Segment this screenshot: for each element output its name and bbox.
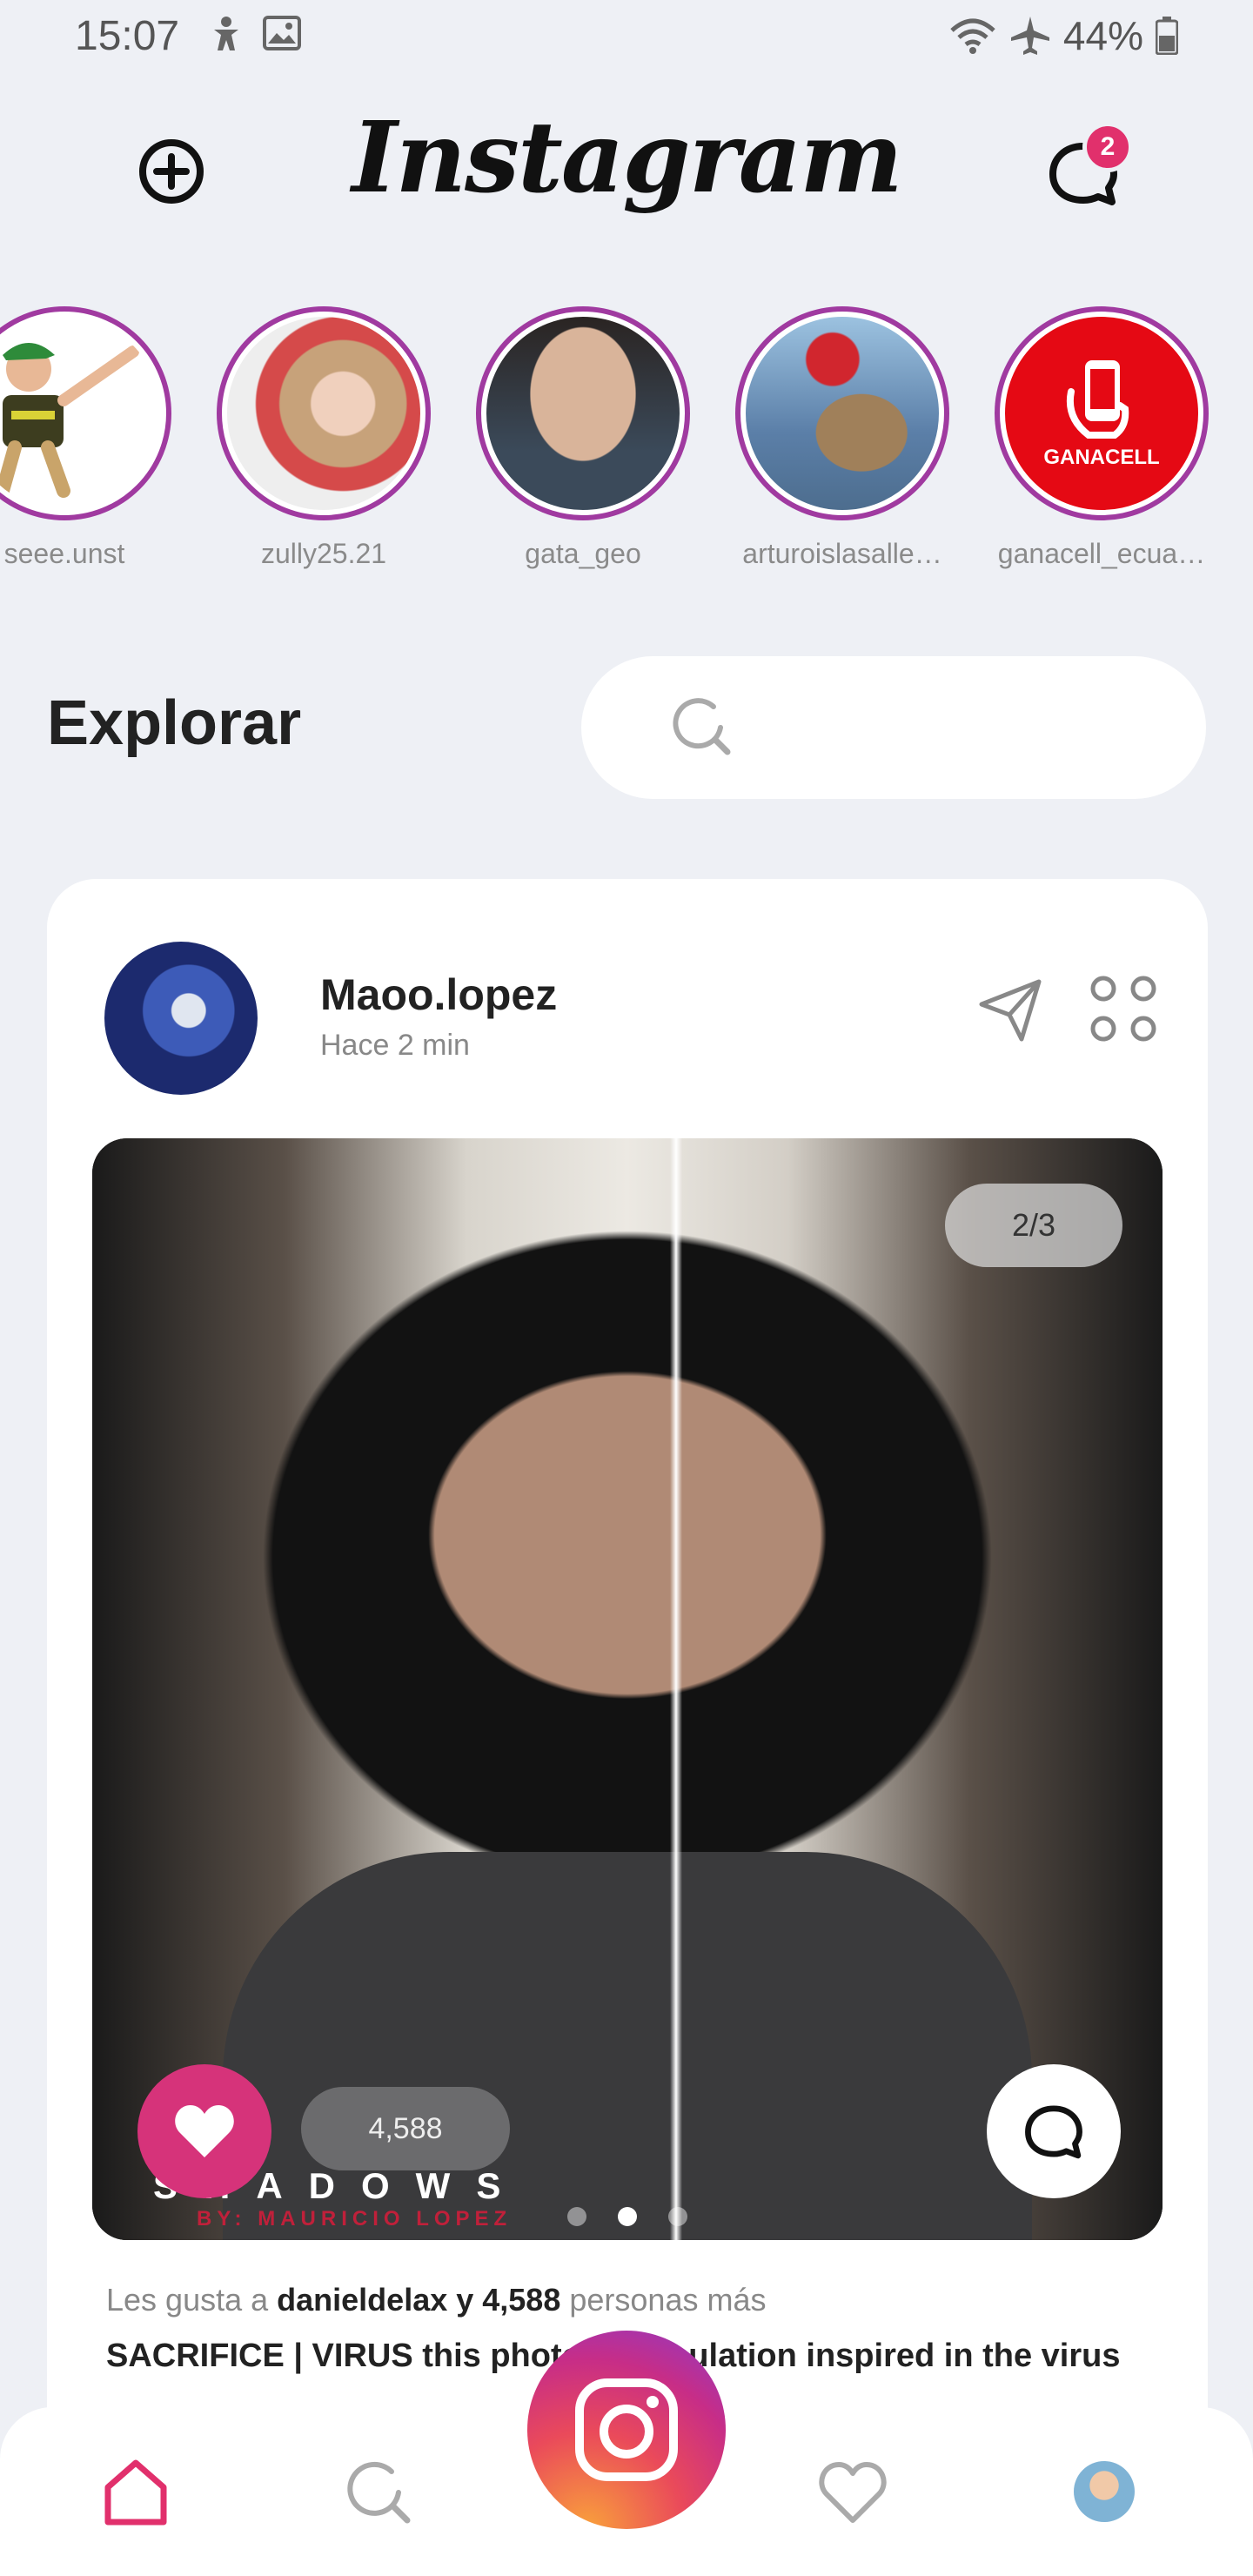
camera-button[interactable] (527, 2331, 726, 2529)
story-ring (0, 306, 171, 520)
story-ring: GANACELL (995, 306, 1209, 520)
comment-icon (1025, 2105, 1082, 2159)
battery-percent: 44% (1062, 13, 1143, 58)
share-icon[interactable] (976, 976, 1044, 1044)
story-item[interactable]: arturoislasalle… (712, 306, 973, 570)
story-avatar (222, 312, 425, 515)
story-item[interactable]: gata_geo (452, 306, 714, 570)
story-username: seee.unst (3, 538, 125, 569)
story-item[interactable]: seee.unst (0, 306, 195, 570)
more-options-icon[interactable] (1088, 973, 1159, 1044)
post-image[interactable]: SHADOWS BY: MAURICIO LOPEZ 2/3 4,588 (92, 1138, 1163, 2240)
post-username[interactable]: Maoo.lopez (320, 969, 557, 1020)
status-bar: 15:07 44% (0, 0, 1253, 73)
app-header: Instagram (0, 96, 1253, 244)
dm-badge: 2 (1082, 122, 1133, 172)
likes-suffix: personas más (569, 2282, 767, 2318)
activity-heart-icon[interactable] (816, 2456, 889, 2529)
post-card: Maoo.lopez Hace 2 min SHADOWS BY: MAURIC… (47, 879, 1208, 2576)
story-avatar (481, 312, 685, 515)
bitmoji-avatar (0, 343, 139, 498)
post-time: Hace 2 min (320, 1029, 470, 1062)
post-avatar[interactable] (104, 942, 258, 1095)
status-right-icons: 44% (948, 12, 1178, 59)
instagram-camera-icon (575, 2378, 678, 2481)
story-username: ganacell_ecua… (997, 538, 1206, 569)
likes-summary[interactable]: Les gusta a danieldelax y 4,588 personas… (106, 2282, 766, 2318)
profile-avatar[interactable] (1074, 2461, 1135, 2522)
story-avatar (0, 312, 166, 515)
carousel-dot[interactable] (668, 2207, 687, 2226)
carousel-dot[interactable] (567, 2207, 586, 2226)
story-ring (735, 306, 949, 520)
post-photo-split-line (670, 1138, 682, 2240)
like-button[interactable] (137, 2064, 271, 2198)
search-nav-icon[interactable] (343, 2456, 416, 2529)
story-username: arturoislasalle… (742, 538, 942, 569)
story-item[interactable]: zully25.21 (193, 306, 454, 570)
story-item[interactable]: GANACELL ganacell_ecua… (971, 306, 1232, 570)
search-icon (673, 698, 731, 755)
story-username: zully25.21 (260, 538, 387, 569)
ganacell-logo-text: GANACELL (1043, 446, 1160, 469)
comment-button[interactable] (987, 2064, 1121, 2198)
stories-row: seee.unst zully25.21 gata_geo arturoisla… (0, 306, 1253, 585)
like-count: 4,588 (301, 2087, 510, 2170)
airplane-mode-icon (1010, 17, 1049, 55)
gallery-icon (263, 16, 301, 50)
status-time: 15:07 (75, 13, 180, 59)
carousel-dots (92, 2207, 1163, 2226)
story-avatar (740, 312, 944, 515)
search-input[interactable] (581, 656, 1206, 799)
heart-icon (175, 2105, 234, 2157)
accessibility-icon (214, 17, 238, 50)
status-left-icons (209, 16, 301, 54)
likes-bold: danieldelax y 4,588 (277, 2282, 561, 2318)
story-ring (476, 306, 690, 520)
story-avatar: GANACELL (1000, 312, 1203, 515)
image-counter: 2/3 (945, 1184, 1122, 1267)
phone-hand-icon (1067, 360, 1129, 439)
home-icon[interactable] (99, 2456, 172, 2529)
likes-prefix: Les gusta a (106, 2282, 269, 2318)
story-username: gata_geo (525, 538, 641, 569)
explore-title: Explorar (47, 688, 302, 758)
wifi-icon (950, 18, 995, 54)
story-ring (217, 306, 431, 520)
battery-icon (1156, 17, 1178, 55)
carousel-dot-active[interactable] (618, 2207, 637, 2226)
